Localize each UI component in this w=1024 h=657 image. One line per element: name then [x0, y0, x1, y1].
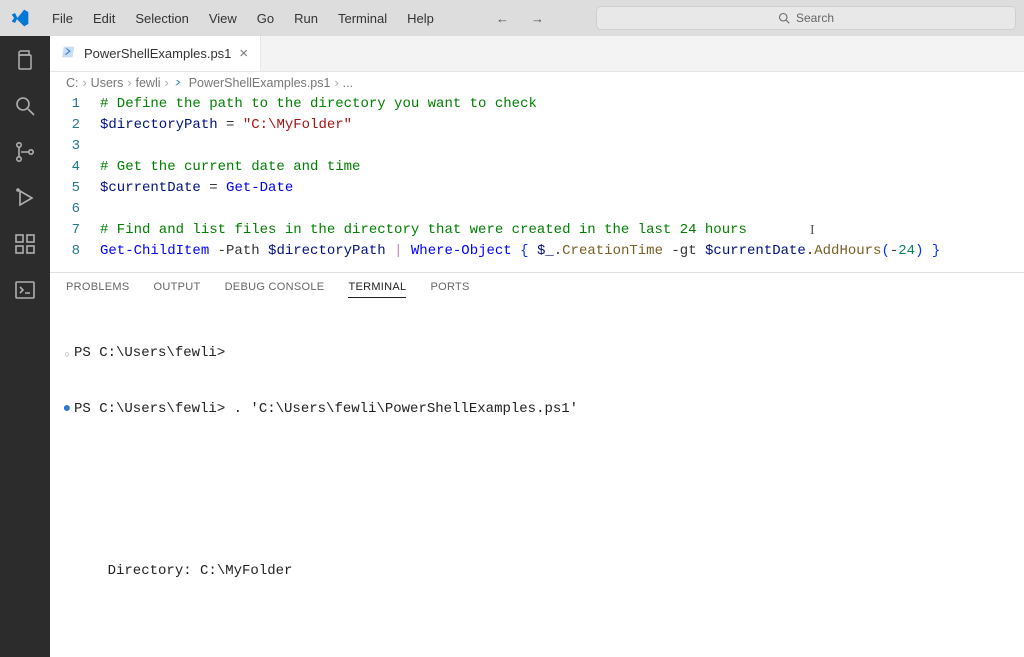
- menu-run[interactable]: Run: [284, 7, 328, 30]
- breadcrumb-part[interactable]: fewli: [136, 76, 161, 90]
- breadcrumb-part[interactable]: C:: [66, 76, 79, 90]
- code-line[interactable]: 1# Define the path to the directory you …: [50, 94, 1024, 115]
- line-number: 8: [50, 241, 100, 262]
- line-number: 2: [50, 115, 100, 136]
- panel-tabs: PROBLEMS OUTPUT DEBUG CONSOLE TERMINAL PORTS: [50, 273, 1024, 304]
- extensions-icon[interactable]: [11, 230, 39, 258]
- panel-tab-output[interactable]: OUTPUT: [154, 281, 201, 298]
- menu-file[interactable]: File: [42, 7, 83, 30]
- line-number: 5: [50, 178, 100, 199]
- editor-area: PowerShellExamples.ps1 × C:› Users› fewl…: [50, 36, 1024, 657]
- code-line[interactable]: 2$directoryPath = "C:\MyFolder": [50, 115, 1024, 136]
- breadcrumb[interactable]: C:› Users› fewli› PowerShellExamples.ps1…: [50, 72, 1024, 94]
- code-content[interactable]: [100, 199, 108, 220]
- code-line[interactable]: 8Get-ChildItem -Path $directoryPath | Wh…: [50, 241, 1024, 262]
- menu-go[interactable]: Go: [247, 7, 284, 30]
- menu-selection[interactable]: Selection: [125, 7, 198, 30]
- code-content[interactable]: $currentDate = Get-Date: [100, 178, 293, 199]
- line-number: 7: [50, 220, 100, 241]
- code-line[interactable]: 6: [50, 199, 1024, 220]
- powershell-file-icon: [173, 77, 185, 89]
- code-content[interactable]: Get-ChildItem -Path $directoryPath | Whe…: [100, 241, 940, 262]
- code-content[interactable]: # Define the path to the directory you w…: [100, 94, 537, 115]
- terminal-marker-icon: ●: [60, 400, 74, 416]
- menu-edit[interactable]: Edit: [83, 7, 125, 30]
- terminal-marker-icon: ○: [60, 344, 74, 364]
- editor-tabs: PowerShellExamples.ps1 ×: [50, 36, 1024, 72]
- tab-filename: PowerShellExamples.ps1: [84, 46, 231, 61]
- source-control-icon[interactable]: [11, 138, 39, 166]
- breadcrumb-part[interactable]: Users: [91, 76, 124, 90]
- explorer-icon[interactable]: [11, 46, 39, 74]
- panel-tab-debug-console[interactable]: DEBUG CONSOLE: [225, 281, 325, 298]
- search-icon: [778, 12, 790, 24]
- code-line[interactable]: 5$currentDate = Get-Date: [50, 178, 1024, 199]
- menu-help[interactable]: Help: [397, 7, 444, 30]
- nav-forward-icon[interactable]: →: [525, 9, 550, 28]
- run-debug-icon[interactable]: [11, 184, 39, 212]
- bottom-panel: PROBLEMS OUTPUT DEBUG CONSOLE TERMINAL PORTS…: [50, 272, 1024, 657]
- code-content[interactable]: [100, 136, 108, 157]
- terminal-line: PS C:\Users\fewli>: [74, 344, 225, 362]
- panel-tab-problems[interactable]: PROBLEMS: [66, 281, 130, 298]
- powershell-file-icon: [62, 45, 76, 62]
- panel-tab-ports[interactable]: PORTS: [430, 281, 469, 298]
- titlebar: FileEditSelectionViewGoRunTerminalHelp ←…: [0, 0, 1024, 36]
- terminal-line: PS C:\Users\fewli> . 'C:\Users\fewli\Pow…: [74, 400, 578, 418]
- tab-powershellexamples[interactable]: PowerShellExamples.ps1 ×: [50, 36, 261, 71]
- terminal-line: Directory: C:\MyFolder: [74, 562, 292, 580]
- terminal-view[interactable]: ○ PS C:\Users\fewli> ● PS C:\Users\fewli…: [50, 304, 1024, 657]
- breadcrumb-trail[interactable]: ...: [343, 76, 353, 90]
- code-editor[interactable]: 1# Define the path to the directory you …: [50, 94, 1024, 272]
- search-activity-icon[interactable]: [11, 92, 39, 120]
- activity-bar: [0, 36, 50, 657]
- line-number: 4: [50, 157, 100, 178]
- code-line[interactable]: 7# Find and list files in the directory …: [50, 220, 1024, 241]
- line-number: 3: [50, 136, 100, 157]
- terminal-activity-icon[interactable]: [11, 276, 39, 304]
- text-cursor-icon: I: [810, 220, 815, 241]
- command-center-search[interactable]: Search: [596, 6, 1016, 30]
- breadcrumb-file[interactable]: PowerShellExamples.ps1: [189, 76, 331, 90]
- code-content[interactable]: # Get the current date and time: [100, 157, 360, 178]
- nav-back-icon[interactable]: ←: [490, 9, 515, 28]
- panel-tab-terminal[interactable]: TERMINAL: [348, 281, 406, 298]
- code-content[interactable]: $directoryPath = "C:\MyFolder": [100, 115, 352, 136]
- vscode-logo-icon: [8, 6, 32, 30]
- menu-terminal[interactable]: Terminal: [328, 7, 397, 30]
- code-line[interactable]: 3: [50, 136, 1024, 157]
- code-content[interactable]: # Find and list files in the directory t…: [100, 220, 747, 241]
- line-number: 6: [50, 199, 100, 220]
- search-placeholder: Search: [796, 11, 834, 25]
- close-tab-icon[interactable]: ×: [239, 45, 248, 62]
- menu-bar: FileEditSelectionViewGoRunTerminalHelp: [42, 7, 444, 30]
- menu-view[interactable]: View: [199, 7, 247, 30]
- line-number: 1: [50, 94, 100, 115]
- titlebar-center: ← →: [446, 9, 594, 28]
- code-line[interactable]: 4# Get the current date and time: [50, 157, 1024, 178]
